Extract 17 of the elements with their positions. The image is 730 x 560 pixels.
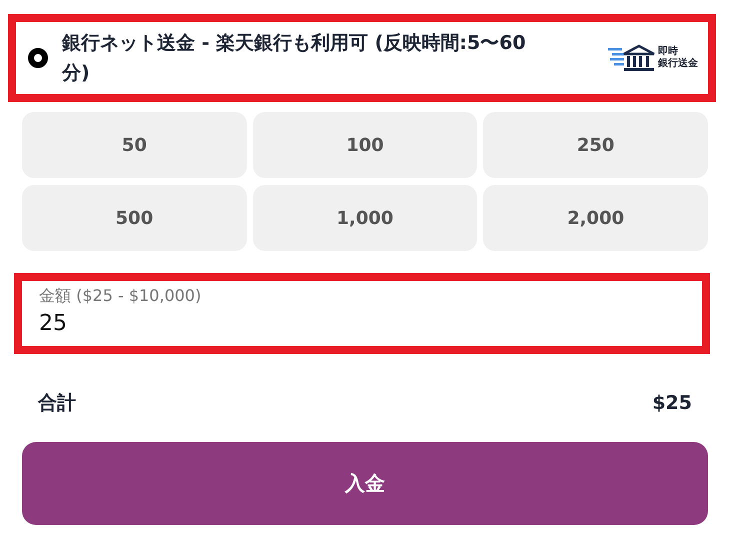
deposit-button[interactable]: 入金	[22, 442, 708, 525]
total-label: 合計	[38, 391, 76, 416]
preset-amount-button[interactable]: 100	[252, 112, 478, 178]
amount-input[interactable]: 25	[39, 307, 685, 336]
bank-icon	[608, 44, 656, 72]
preset-amount-button[interactable]: 50	[22, 112, 247, 178]
option-label: 銀行ネット送金 - 楽天銀行も利用可 (反映時間:5〜60分)	[62, 31, 527, 86]
radio-button[interactable]	[28, 48, 48, 68]
preset-amount-button[interactable]: 250	[483, 112, 708, 178]
preset-amount-button[interactable]: 2,000	[483, 185, 708, 251]
preset-amount-button[interactable]: 1,000	[252, 185, 478, 251]
total-value: $25	[652, 392, 692, 414]
instant-transfer-label: 即時 銀行送金	[658, 46, 698, 70]
preset-amount-button[interactable]: 500	[22, 185, 247, 251]
amount-field[interactable]: 金額 ($25 - $10,000) 25	[14, 273, 710, 354]
payment-option[interactable]: 銀行ネット送金 - 楽天銀行も利用可 (反映時間:5〜60分) 即時 銀行送金	[8, 14, 716, 102]
amount-field-label: 金額 ($25 - $10,000)	[39, 286, 202, 307]
